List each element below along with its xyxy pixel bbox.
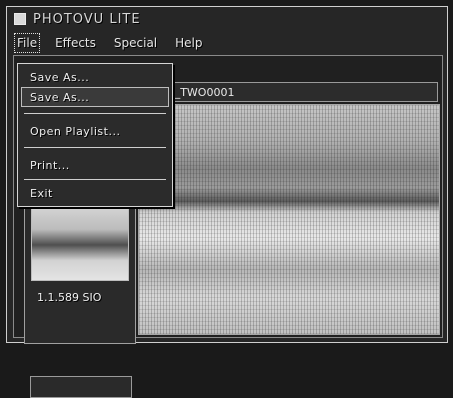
menu-help[interactable]: Help	[173, 34, 204, 52]
menu-bar: File Effects Special Help	[7, 31, 447, 55]
app-window: PHOTOVU LITE File Effects Special Help \…	[6, 6, 448, 398]
file-path-field[interactable]: \_TWO0001	[164, 82, 438, 102]
menu-exit[interactable]: Exit	[22, 184, 168, 202]
bottom-control[interactable]	[30, 376, 132, 398]
menu-save-as[interactable]: Save As...	[21, 87, 169, 107]
menu-special[interactable]: Special	[112, 34, 159, 52]
title-bar: PHOTOVU LITE	[7, 7, 447, 31]
menu-print[interactable]: Print...	[22, 156, 168, 174]
image-preview[interactable]	[138, 104, 440, 335]
thumbnail-label: 1.1.589 SIO	[37, 291, 102, 304]
menu-open-playlist[interactable]: Open Playlist...	[22, 122, 168, 140]
file-menu-dropdown: Save As... Save As... Open Playlist... P…	[17, 63, 173, 207]
thumbnail-panel: 1.1.589 SIO	[24, 192, 136, 344]
thumbnail-image[interactable]	[31, 201, 129, 281]
menu-save[interactable]: Save As...	[22, 68, 168, 86]
menu-separator	[24, 113, 166, 114]
menu-separator	[24, 147, 166, 148]
app-icon	[13, 12, 27, 26]
menu-separator	[24, 179, 166, 180]
window-title: PHOTOVU LITE	[33, 11, 141, 27]
menu-file[interactable]: File	[13, 33, 41, 53]
menu-effects[interactable]: Effects	[53, 34, 98, 52]
